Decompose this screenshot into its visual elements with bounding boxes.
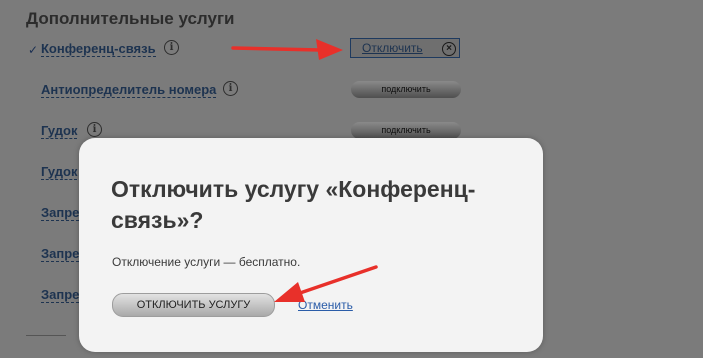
- service-name-partial[interactable]: Гудок: [41, 165, 78, 180]
- connect-button[interactable]: подключить: [351, 122, 461, 139]
- disable-link[interactable]: Отключить: [362, 41, 423, 55]
- info-icon[interactable]: i: [164, 40, 179, 55]
- service-name-partial[interactable]: Запре: [41, 206, 80, 221]
- dialog-description: Отключение услуги — бесплатно.: [112, 255, 301, 269]
- service-row-anti-caller-id: Антиопределитель номера i подключить: [0, 81, 703, 103]
- service-row-conference: ✓ Конференц-связь i Отключить ×: [0, 38, 703, 62]
- confirm-disable-dialog: Отключить услугу «Конференц-связь»? Откл…: [79, 138, 543, 352]
- dialog-title: Отключить услугу «Конференц-связь»?: [111, 176, 476, 233]
- service-name-partial[interactable]: Запре: [41, 288, 80, 303]
- service-name-partial[interactable]: Запре: [41, 247, 80, 262]
- info-icon[interactable]: i: [87, 122, 102, 137]
- divider: [26, 335, 66, 336]
- service-name-anti-caller-id[interactable]: Антиопределитель номера: [41, 83, 217, 98]
- confirm-disable-button[interactable]: ОТКЛЮЧИТЬ УСЛУГУ: [112, 293, 275, 317]
- cancel-link[interactable]: Отменить: [298, 298, 353, 312]
- connect-button[interactable]: подключить: [351, 81, 461, 98]
- info-icon[interactable]: i: [223, 81, 238, 96]
- close-icon[interactable]: ×: [442, 42, 456, 56]
- section-title: Дополнительные услуги: [26, 9, 235, 28]
- service-name-ringtone[interactable]: Гудок: [41, 124, 78, 139]
- service-name-conference[interactable]: Конференц-связь: [41, 42, 156, 57]
- checkmark-icon: ✓: [28, 43, 39, 57]
- disable-service-control[interactable]: Отключить ×: [350, 38, 460, 58]
- page: Дополнительные услуги ✓ Конференц-связь …: [0, 0, 703, 358]
